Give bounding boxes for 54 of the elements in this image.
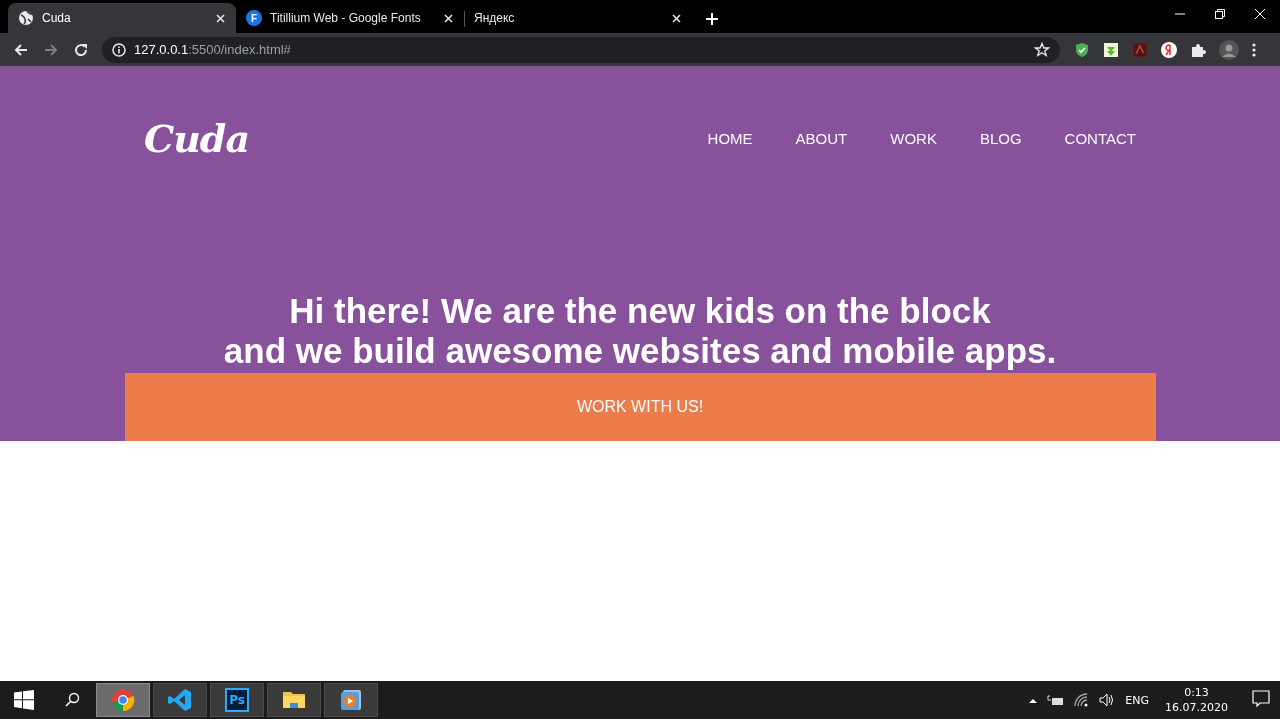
taskbar-app-button[interactable]: Ps	[210, 683, 264, 717]
close-icon	[215, 12, 226, 24]
wifi-icon	[1073, 692, 1090, 708]
tab-title: Titillium Web - Google Fonts	[270, 11, 422, 25]
browser-tab[interactable]: Cuda	[8, 3, 236, 33]
language-indicator[interactable]: ENG	[1125, 693, 1149, 707]
nav-link[interactable]: BLOG	[979, 130, 1022, 147]
pdf-icon[interactable]	[1132, 41, 1148, 58]
address-bar[interactable]: 127.0.0.1:5500/index.html#	[102, 36, 1060, 63]
close-window-icon	[1255, 9, 1265, 19]
tab-title: Яндекс	[474, 11, 516, 25]
notifications-button[interactable]	[1252, 690, 1270, 710]
tab-title: Cuda	[42, 11, 72, 25]
taskbar-app-button[interactable]	[153, 683, 207, 717]
windows-logo-icon	[14, 690, 34, 710]
download-icon[interactable]	[1103, 41, 1119, 58]
browser-tab[interactable]: F Titillium Web - Google Fonts	[236, 3, 464, 33]
reload-icon	[73, 41, 89, 58]
nav-link[interactable]: HOME	[707, 130, 753, 147]
shield-icon[interactable]	[1074, 41, 1090, 58]
media-player-icon	[339, 688, 363, 712]
menu-icon[interactable]	[1252, 41, 1256, 58]
clock[interactable]: 0:13 16.07.2020	[1165, 685, 1228, 715]
plus-icon	[706, 13, 718, 25]
taskbar-app-button[interactable]	[324, 683, 378, 717]
chrome-icon	[111, 688, 135, 712]
star-icon	[1034, 41, 1050, 58]
yandex-icon[interactable]	[1161, 41, 1177, 58]
hero-headline: Hi there! We are the new kids on the block	[288, 291, 992, 331]
font-favicon-icon: F	[246, 10, 262, 26]
close-icon	[443, 12, 454, 24]
restore-icon	[1215, 9, 1225, 19]
speech-bubble-icon	[1252, 690, 1270, 707]
search-icon	[64, 692, 80, 708]
logo[interactable]: Cuda	[144, 116, 250, 161]
info-icon	[112, 42, 126, 57]
url-text: 127.0.0.1:5500/index.html#	[134, 42, 292, 57]
back-arrow-icon	[13, 41, 29, 58]
globe-icon	[18, 10, 34, 26]
code-editor-icon	[168, 688, 192, 712]
nav-link[interactable]: CONTACT	[1064, 130, 1136, 147]
speaker-icon	[1099, 692, 1116, 708]
forward-arrow-icon	[43, 41, 59, 58]
avatar-icon[interactable]	[1219, 39, 1239, 60]
browser-tab[interactable]: Яндекс	[464, 3, 692, 33]
nav-link[interactable]: WORK	[890, 130, 937, 147]
photoshop-icon: Ps	[225, 688, 249, 712]
battery-plug-icon	[1047, 694, 1064, 706]
close-icon	[671, 12, 682, 24]
hero-headline: and we build awesome websites and mobile apps.	[223, 331, 1057, 371]
nav-link[interactable]: ABOUT	[795, 130, 848, 147]
up-caret-icon	[1029, 697, 1038, 704]
taskbar-app-button[interactable]	[267, 683, 321, 717]
puzzle-icon[interactable]	[1190, 41, 1206, 58]
